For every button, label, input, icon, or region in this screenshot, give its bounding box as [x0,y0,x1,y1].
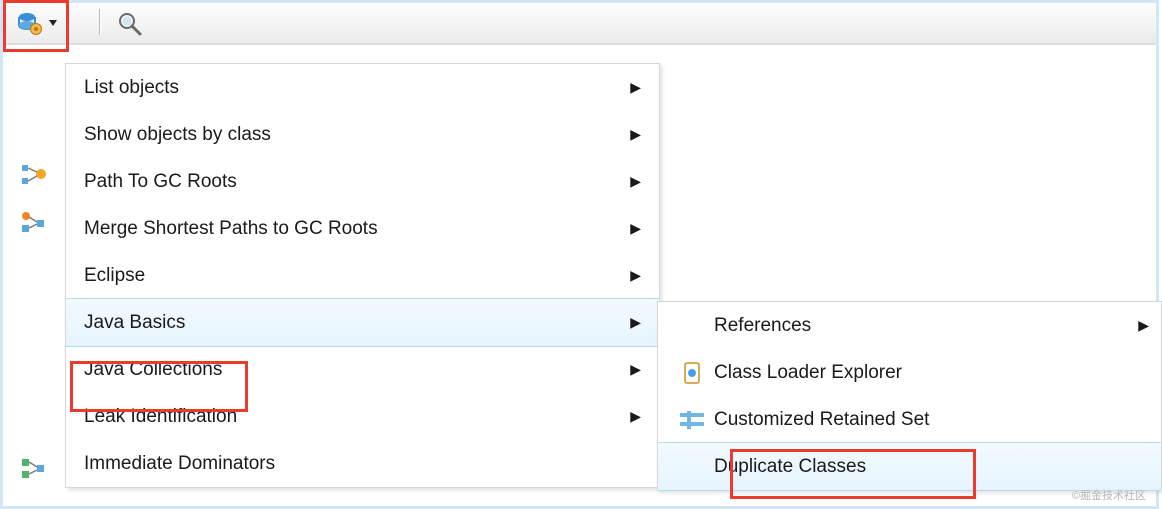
toolbar-separator [99,9,101,35]
menu-item-label: Show objects by class [84,124,621,146]
menu-item-list-objects[interactable]: List objects ▶ [66,64,659,111]
menu-item-java-collections[interactable]: Java Collections ▶ [66,346,659,393]
menu-item-label: Immediate Dominators [84,453,621,475]
submenu-arrow-icon: ▶ [621,173,641,190]
left-icon-column [3,47,63,506]
menu-item-label: Path To GC Roots [84,171,621,193]
submenu-item-label: Customized Retained Set [714,409,1125,431]
menu-item-label: Java Basics [84,312,621,334]
classloader-icon [670,361,714,385]
dropdown-icon [49,20,57,26]
submenu-item-class-loader-explorer[interactable]: Class Loader Explorer [658,349,1161,396]
submenu-arrow-icon: ▶ [621,314,641,331]
submenu-item-customized-retained-set[interactable]: Customized Retained Set [658,396,1161,443]
submenu-item-label: References [714,315,1125,337]
menu-item-label: Eclipse [84,265,621,287]
retained-set-icon [670,410,714,430]
path-to-gc-roots-icon [3,151,63,199]
menu-item-leak-identification[interactable]: Leak Identification ▶ [66,393,659,440]
submenu-arrow-icon: ▶ [621,361,641,378]
query-browser-button[interactable] [9,3,65,43]
merge-paths-icon [3,199,63,247]
submenu-item-duplicate-classes[interactable]: Duplicate Classes [658,442,1161,491]
menu-item-label: List objects [84,77,621,99]
menu-item-label: Leak Identification [84,406,621,428]
menu-item-show-objects-by-class[interactable]: Show objects by class ▶ [66,111,659,158]
menu-item-java-basics[interactable]: Java Basics ▶ [66,298,659,347]
submenu-arrow-icon: ▶ [621,408,641,425]
submenu-arrow-icon: ▶ [621,267,641,284]
menu-item-label: Merge Shortest Paths to GC Roots [84,218,621,240]
submenu-arrow-icon: ▶ [621,79,641,96]
search-button[interactable] [113,7,147,41]
dominator-tree-icon [3,445,63,493]
submenu-arrow-icon: ▶ [621,126,641,143]
submenu-item-label: Duplicate Classes [714,456,1125,478]
submenu-arrow-icon: ▶ [621,220,641,237]
search-icon [117,11,143,37]
watermark: ©掘金技术社区 [1072,487,1146,503]
menu-item-immediate-dominators[interactable]: Immediate Dominators [66,440,659,487]
submenu-item-label: Class Loader Explorer [714,362,1125,384]
menu-item-eclipse[interactable]: Eclipse ▶ [66,252,659,299]
context-menu: List objects ▶ Show objects by class ▶ P… [65,63,660,488]
query-browser-icon [17,10,43,36]
submenu-java-basics: References ▶ Class Loader Explorer [657,301,1162,491]
menu-item-path-to-gc-roots[interactable]: Path To GC Roots ▶ [66,158,659,205]
menu-item-merge-shortest-paths[interactable]: Merge Shortest Paths to GC Roots ▶ [66,205,659,252]
submenu-arrow-icon: ▶ [1125,317,1149,334]
menu-item-label: Java Collections [84,359,621,381]
submenu-item-references[interactable]: References ▶ [658,302,1161,349]
toolbar [3,3,1156,45]
